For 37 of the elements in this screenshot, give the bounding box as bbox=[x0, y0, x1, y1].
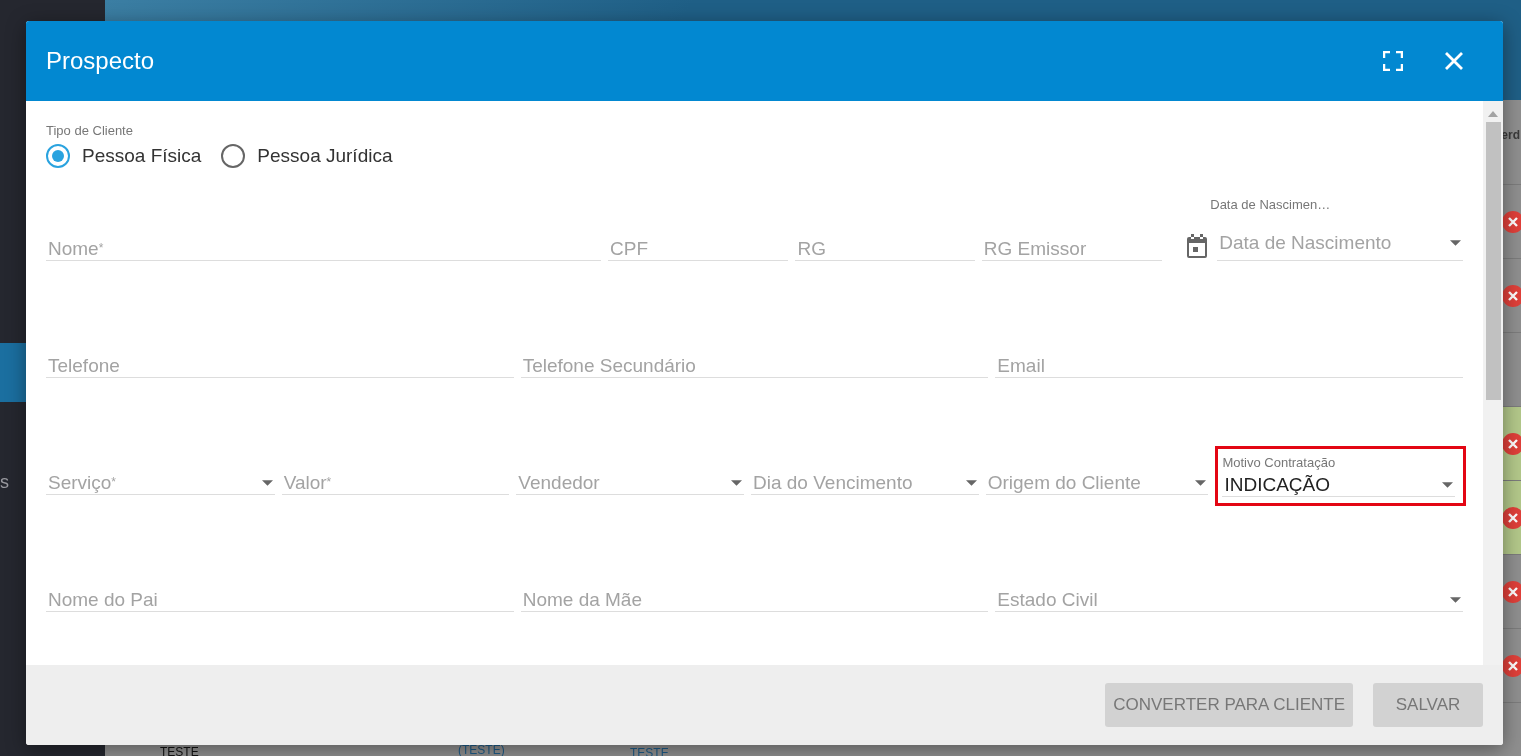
caret-icon bbox=[1450, 597, 1461, 603]
input-field[interactable]: Telefone bbox=[46, 355, 514, 378]
caret-icon bbox=[1450, 240, 1461, 246]
radio-option[interactable]: Pessoa Jurídica bbox=[221, 144, 393, 168]
input-field[interactable]: Email bbox=[995, 355, 1463, 378]
input-field[interactable]: CPF bbox=[608, 238, 789, 261]
delete-icon[interactable] bbox=[1502, 210, 1521, 233]
input-field[interactable]: Nome da Mãe bbox=[520, 589, 989, 612]
dialog-title: Prospecto bbox=[46, 47, 156, 75]
calendar-icon[interactable] bbox=[1185, 233, 1210, 259]
dropdown-field[interactable]: Origem do Cliente bbox=[985, 472, 1209, 495]
input-field[interactable]: Nome$^{*}$ bbox=[46, 238, 601, 261]
delete-icon[interactable] bbox=[1502, 580, 1521, 603]
delete-icon[interactable] bbox=[1502, 654, 1521, 677]
scrollbar[interactable] bbox=[1483, 101, 1503, 665]
input-field[interactable]: RG bbox=[795, 238, 975, 261]
input-field[interactable]: Telefone Secundário bbox=[520, 355, 989, 378]
delete-icon[interactable] bbox=[1502, 506, 1521, 529]
input-field[interactable]: Valor$^{*}$ bbox=[281, 472, 510, 495]
input-field[interactable]: Nome do Pai bbox=[46, 589, 514, 612]
sidebar-item-highlight bbox=[0, 343, 26, 402]
table-cell: TESTE bbox=[160, 746, 199, 756]
delete-icon[interactable] bbox=[1502, 284, 1521, 307]
dropdown-field[interactable]: Vendedor bbox=[516, 472, 744, 495]
dropdown-field[interactable]: Dia do Vencimento bbox=[751, 472, 979, 495]
sidebar-text: s bbox=[0, 472, 10, 493]
field-label: Data de Nascimen… bbox=[1210, 197, 1332, 212]
field-label: Motivo Contratação bbox=[1222, 455, 1337, 470]
input-field[interactable]: RG Emissor bbox=[981, 238, 1163, 261]
dropdown-field[interactable]: Data de Nascimento bbox=[1217, 226, 1463, 261]
delete-icon[interactable] bbox=[1502, 432, 1521, 455]
field-label: Tipo de Cliente bbox=[46, 123, 134, 138]
table-cell: (TESTE) bbox=[458, 744, 505, 756]
dropdown-field[interactable]: INDICAÇÃO bbox=[1222, 474, 1455, 497]
dropdown-field[interactable]: Serviço$^{*}$ bbox=[46, 472, 275, 495]
radio-option[interactable]: Pessoa Física bbox=[46, 144, 202, 168]
dropdown-field[interactable]: Estado Civil bbox=[995, 589, 1463, 612]
